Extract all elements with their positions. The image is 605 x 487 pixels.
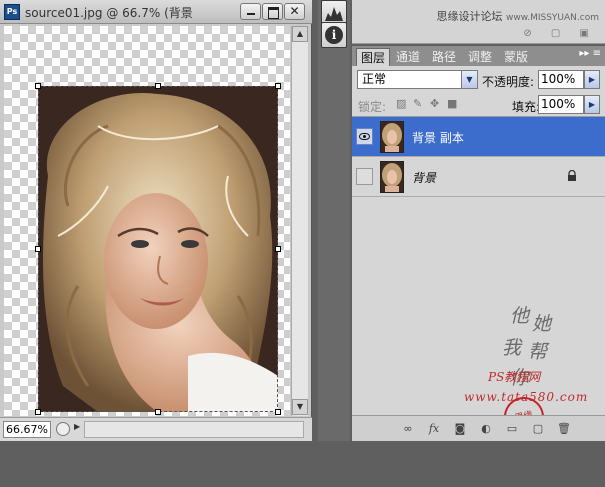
tab-masks[interactable]: 蒙版 <box>500 48 532 66</box>
zoom-field[interactable]: 66.67% <box>3 421 51 438</box>
vertical-scrollbar[interactable]: ▲ ▼ <box>291 26 308 416</box>
transform-handle[interactable] <box>35 83 41 89</box>
opacity-field[interactable]: 100% <box>538 70 584 89</box>
visibility-toggle[interactable] <box>356 168 373 185</box>
tab-paths[interactable]: 路径 <box>428 48 460 66</box>
scroll-down-icon[interactable]: ▼ <box>292 399 308 415</box>
panel-icon-column: i <box>318 0 350 441</box>
panel-menu-icon[interactable]: ▸▸ ≡ <box>579 48 601 59</box>
status-icon[interactable] <box>56 422 70 436</box>
forum-watermark-cn: 思缘设计论坛 <box>436 10 503 23</box>
transform-handle[interactable] <box>275 409 281 415</box>
fill-field[interactable]: 100% <box>538 95 584 114</box>
tab-layers[interactable]: 图层 <box>356 48 391 66</box>
document-statusbar: 66.67% ▶ <box>0 417 312 441</box>
minimize-button[interactable] <box>240 3 261 20</box>
horizontal-scrollbar[interactable] <box>84 421 304 438</box>
layer-row-background[interactable]: 背景 <box>352 157 605 197</box>
lock-image-icon[interactable]: ✎ <box>413 98 424 109</box>
scroll-up-icon[interactable]: ▲ <box>292 26 308 42</box>
lock-label: 锁定: <box>358 100 387 114</box>
signature-char: 我 <box>502 337 522 359</box>
visibility-toggle[interactable] <box>356 128 373 145</box>
fill-label: 填充: <box>512 100 541 114</box>
panel-tabs: 图层 通道 路径 调整 蒙版 ▸▸ ≡ <box>352 46 605 66</box>
tab-channels[interactable]: 通道 <box>392 48 424 66</box>
link-layers-icon[interactable]: ∞ <box>400 421 416 437</box>
layer-list: 背景 副本 背景 他 她 我 帮 你 思缘 <box>352 116 605 441</box>
transform-handle[interactable] <box>275 83 281 89</box>
new-layer-icon[interactable]: ▢ <box>530 421 546 437</box>
chevron-down-icon[interactable]: ▼ <box>461 71 477 88</box>
info-icon[interactable]: i <box>321 22 347 48</box>
top-panel: 思缘设计论坛 www.MISSYUAN.com ⊘ ▢ ▣ <box>352 0 605 44</box>
transform-handle[interactable] <box>35 409 41 415</box>
lock-transparency-icon[interactable]: ▨ <box>396 98 407 109</box>
adjustment-layer-icon[interactable]: ◐ <box>478 421 494 437</box>
maximize-button[interactable] <box>262 3 283 20</box>
signature-char: 他 <box>510 305 530 327</box>
layer-style-icon[interactable]: fx <box>426 421 442 437</box>
group-folder-icon[interactable]: ▭ <box>504 421 520 437</box>
opacity-label: 不透明度: <box>482 75 535 89</box>
transform-handle[interactable] <box>155 83 161 89</box>
layers-bottom-toolbar: ∞ fx ◙ ◐ ▭ ▢ 🗑 <box>352 415 605 441</box>
layer-name: 背景 <box>412 171 437 185</box>
document-title: source01.jpg @ 66.7% (背景 <box>25 6 193 20</box>
transform-bounding-box[interactable] <box>38 86 278 412</box>
signature-char: 她 <box>532 313 552 335</box>
transform-handle[interactable] <box>275 246 281 252</box>
photoshop-icon: Ps <box>4 4 20 20</box>
add-mask-icon[interactable]: ◙ <box>452 421 468 437</box>
opacity-slider-icon[interactable]: ▶ <box>584 70 600 89</box>
status-menu-icon[interactable]: ▶ <box>74 422 80 431</box>
close-icon: ✕ <box>289 4 300 18</box>
close-button[interactable]: ✕ <box>284 3 305 20</box>
delete-layer-icon[interactable]: 🗑 <box>556 421 572 437</box>
lock-icon <box>568 170 576 181</box>
layer-row-background-copy[interactable]: 背景 副本 <box>352 117 605 157</box>
signature-char: 帮 <box>528 341 548 363</box>
document-titlebar[interactable]: Ps source01.jpg @ 66.7% (背景 ✕ <box>0 0 312 24</box>
lock-position-icon[interactable]: ✥ <box>430 98 441 109</box>
transform-handle[interactable] <box>35 246 41 252</box>
document-window: Ps source01.jpg @ 66.7% (背景 ✕ ▲ ▼ 66.67%… <box>0 0 312 441</box>
forum-watermark: 思缘设计论坛 www.MISSYUAN.com <box>436 8 599 24</box>
ps-tutorial-watermark: PS教程网 <box>488 370 541 384</box>
layer-thumbnail <box>380 161 404 193</box>
eye-icon <box>359 133 370 140</box>
layer-thumbnail <box>380 121 404 153</box>
blend-mode-select[interactable]: 正常 ▼ <box>357 70 478 89</box>
top-panel-icons[interactable]: ⊘ ▢ ▣ <box>523 28 597 39</box>
blend-mode-value: 正常 <box>362 72 387 86</box>
forum-watermark-en: www.MISSYUAN.com <box>505 13 599 23</box>
lock-all-icon[interactable]: ■ <box>447 98 458 109</box>
transform-handle[interactable] <box>155 409 161 415</box>
tab-adjustments[interactable]: 调整 <box>464 48 496 66</box>
layers-panel: 图层 通道 路径 调整 蒙版 ▸▸ ≡ 正常 ▼ 不透明度: 100% ▶ 锁定… <box>352 46 605 441</box>
site-watermark: www.tata580.com <box>464 390 589 404</box>
canvas[interactable] <box>4 26 290 416</box>
fill-slider-icon[interactable]: ▶ <box>584 95 600 114</box>
layer-name: 背景 副本 <box>412 131 464 145</box>
